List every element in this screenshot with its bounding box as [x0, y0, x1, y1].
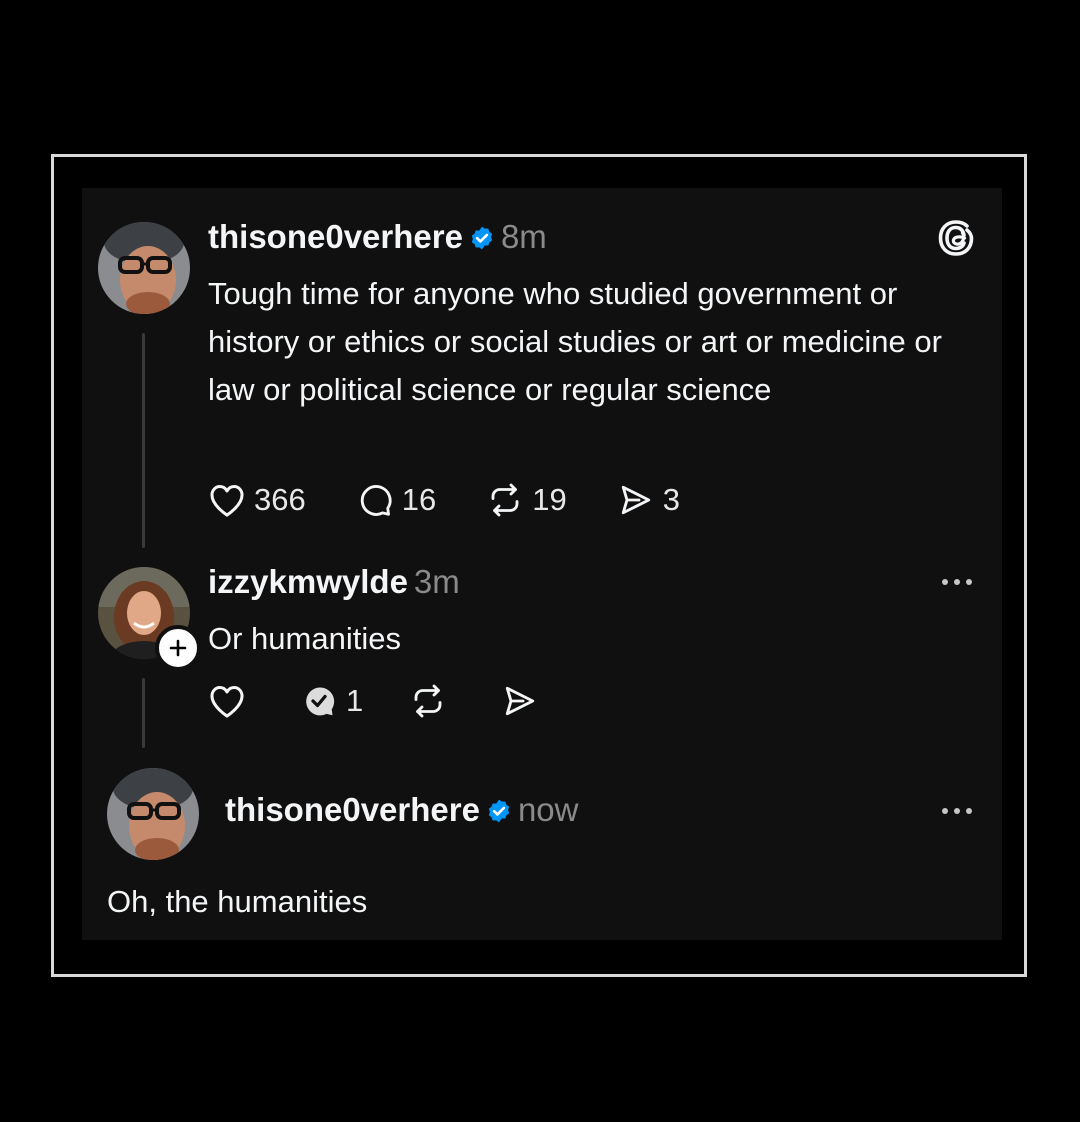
send-icon [506, 686, 535, 716]
timestamp: 3m [413, 563, 460, 600]
response-text: Oh, the humanities [107, 884, 368, 919]
repost-button[interactable]: 19 [486, 482, 567, 518]
reply-button[interactable]: 1 [300, 683, 363, 719]
repost-button[interactable] [409, 683, 455, 719]
avatar[interactable] [107, 768, 199, 860]
repost-icon [491, 483, 519, 517]
reply-actions: 1 [208, 683, 597, 719]
man-avatar-image [98, 222, 190, 314]
repost-count: 19 [532, 482, 567, 517]
follow-button[interactable] [155, 625, 201, 671]
like-count: 366 [254, 482, 306, 517]
post-actions: 366 16 19 3 [208, 482, 730, 518]
man-avatar-image [107, 768, 199, 860]
username[interactable]: thisone0verhere [208, 218, 463, 255]
reply-header: izzykmwylde 3m [208, 563, 460, 601]
comment-icon [360, 485, 392, 516]
username[interactable]: thisone0verhere [225, 791, 480, 828]
plus-icon [169, 639, 187, 657]
like-button[interactable] [208, 683, 254, 719]
post-text: Tough time for anyone who studied govern… [208, 276, 942, 407]
verified-badge-icon [469, 221, 495, 259]
heart-icon [210, 485, 244, 517]
reply-text: Or humanities [208, 621, 401, 656]
more-options-icon[interactable] [940, 803, 974, 821]
replied-comment-icon [306, 687, 335, 716]
response-header: thisone0verhere now [225, 791, 579, 832]
username[interactable]: izzykmwylde [208, 563, 408, 600]
thread-card: thisone0verhere 8m Tough time for anyone … [82, 188, 1002, 940]
more-options-icon[interactable] [940, 574, 974, 592]
reply-count: 16 [401, 482, 437, 517]
avatar[interactable] [98, 222, 190, 314]
heart-icon [210, 686, 244, 718]
threads-logo-icon [937, 218, 975, 263]
repost-icon [414, 684, 442, 718]
share-count: 3 [662, 482, 680, 517]
like-button[interactable]: 366 [208, 482, 306, 518]
timestamp: now [517, 791, 579, 828]
timestamp: 8m [500, 218, 547, 255]
thread-line [142, 333, 145, 548]
share-button[interactable]: 3 [617, 482, 680, 518]
thread-line [142, 678, 145, 748]
reply-count: 1 [346, 683, 364, 718]
share-button[interactable] [501, 683, 547, 719]
verified-badge-icon [486, 794, 512, 832]
send-icon [621, 485, 650, 515]
screenshot-frame: thisone0verhere 8m Tough time for anyone … [51, 154, 1027, 977]
post-header: thisone0verhere 8m [208, 218, 547, 259]
reply-button[interactable]: 16 [356, 482, 436, 518]
